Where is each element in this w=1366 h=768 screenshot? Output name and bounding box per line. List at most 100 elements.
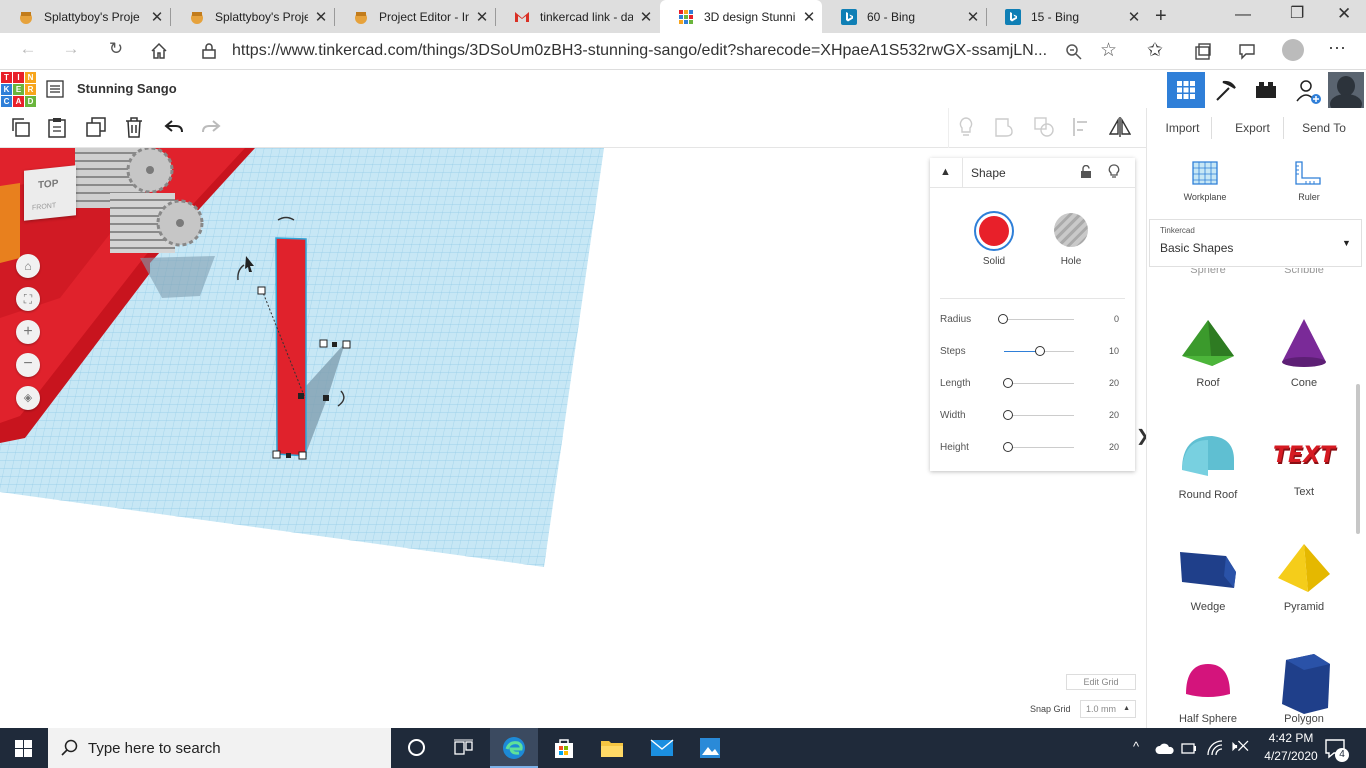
browser-tab[interactable]: Splattyboy's Proje ✕	[171, 0, 334, 33]
shape-text[interactable]: TEXT Text	[1259, 430, 1349, 499]
param-value[interactable]: 20	[1109, 442, 1119, 452]
copy-icon[interactable]	[9, 116, 31, 138]
3d-view-button[interactable]	[1167, 72, 1205, 108]
paste-icon[interactable]	[46, 116, 68, 138]
perspective-icon[interactable]: ◈	[16, 386, 40, 410]
task-view-icon[interactable]	[454, 739, 473, 756]
onedrive-icon[interactable]	[1155, 741, 1175, 755]
redo-icon[interactable]	[200, 116, 222, 138]
zoom-icon[interactable]	[1065, 43, 1083, 61]
shape-cone[interactable]: Cone	[1259, 318, 1349, 389]
tinkercad-logo[interactable]: T I N K E R C A D	[1, 72, 36, 107]
ruler-icon[interactable]	[1294, 160, 1322, 186]
close-tab-icon[interactable]: ✕	[960, 8, 986, 26]
snap-grid-select[interactable]: 1.0 mm ▲	[1080, 700, 1136, 718]
close-tab-icon[interactable]: ✕	[796, 8, 822, 26]
new-tab-icon[interactable]: +	[1155, 5, 1167, 28]
restore-icon[interactable]: ❐	[1290, 3, 1304, 23]
tray-chevron-icon[interactable]: ^	[1133, 739, 1139, 754]
close-tab-icon[interactable]: ✕	[633, 8, 659, 26]
zoom-in-icon[interactable]: +	[16, 320, 40, 344]
fit-view-icon[interactable]: ⛶	[16, 287, 40, 311]
back-icon[interactable]: ←	[15, 39, 41, 59]
edit-grid-button[interactable]: Edit Grid	[1066, 674, 1136, 690]
design-list-icon[interactable]	[46, 80, 64, 98]
taskbar-search-box[interactable]: Type here to search	[48, 728, 391, 768]
import-button[interactable]: Import	[1154, 117, 1212, 139]
resize-handle[interactable]	[272, 450, 281, 459]
duplicate-icon[interactable]	[85, 116, 107, 138]
param-slider-track[interactable]	[1004, 383, 1074, 384]
shape-pyramid[interactable]: Pyramid	[1259, 542, 1349, 613]
cortana-icon[interactable]	[408, 739, 425, 756]
window-close-icon[interactable]: ✕	[1337, 4, 1351, 24]
browser-tab[interactable]: Project Editor - Ins ✕	[335, 0, 495, 33]
group-icon[interactable]	[993, 116, 1015, 138]
ungroup-icon[interactable]	[1033, 116, 1055, 138]
favorites-icon[interactable]: ✩	[1147, 39, 1163, 62]
browser-tab[interactable]: 60 - Bing ✕	[823, 0, 986, 33]
volume-muted-icon[interactable]: 🕨✕	[1228, 738, 1249, 755]
taskbar-time[interactable]: 4:42 PM	[1258, 731, 1324, 745]
solid-button[interactable]	[974, 211, 1014, 251]
param-slider-knob[interactable]	[1003, 410, 1013, 420]
shape-polygon[interactable]: Polygon	[1259, 654, 1349, 725]
blocks-pickaxe-icon[interactable]	[1214, 79, 1238, 103]
wifi-icon[interactable]	[1206, 739, 1224, 757]
minimize-icon[interactable]: —	[1235, 6, 1251, 24]
photos-icon[interactable]	[699, 737, 721, 759]
design-title[interactable]: Stunning Sango	[77, 81, 177, 96]
microsoft-store-icon[interactable]	[553, 737, 575, 759]
param-value[interactable]: 10	[1109, 346, 1119, 356]
browser-tab-active[interactable]: 3D design Stunnin ✕	[660, 0, 822, 33]
shape-wedge[interactable]: Wedge	[1163, 542, 1253, 613]
favorite-star-icon[interactable]: ☆	[1100, 39, 1117, 62]
profile-avatar[interactable]	[1282, 39, 1304, 61]
param-value[interactable]: 20	[1109, 410, 1119, 420]
refresh-icon[interactable]: ↻	[103, 39, 129, 59]
param-slider-knob[interactable]	[1003, 442, 1013, 452]
browser-tab[interactable]: Splattyboy's Proje ✕	[0, 0, 170, 33]
battery-power-icon[interactable]	[1180, 739, 1198, 757]
collections-icon[interactable]	[1194, 43, 1212, 61]
sidebar-scrollbar[interactable]	[1356, 384, 1360, 534]
forward-icon[interactable]: →	[58, 39, 84, 59]
param-slider-track[interactable]	[1004, 319, 1074, 320]
close-tab-icon[interactable]: ✕	[308, 8, 334, 26]
shape-half-sphere[interactable]: Half Sphere	[1163, 654, 1253, 725]
send-to-button[interactable]: Send To	[1294, 117, 1354, 139]
param-value[interactable]: 0	[1114, 314, 1119, 324]
file-explorer-icon[interactable]	[600, 738, 624, 758]
hide-shape-bulb-icon[interactable]	[1108, 164, 1120, 179]
param-value[interactable]: 20	[1109, 378, 1119, 388]
library-dropdown[interactable]: Tinkercad Basic Shapes ▼	[1149, 219, 1362, 267]
workplane-icon[interactable]	[1191, 160, 1219, 186]
param-slider-knob[interactable]	[998, 314, 1008, 324]
mirror-icon[interactable]	[1109, 116, 1131, 138]
browser-tab[interactable]: 15 - Bing ✕	[987, 0, 1147, 33]
collapse-triangle-icon[interactable]: ▲	[940, 166, 951, 178]
resize-handle[interactable]	[298, 451, 307, 460]
lock-icon[interactable]	[202, 43, 216, 59]
url-field[interactable]: https://www.tinkercad.com/things/3DSoUm0…	[232, 42, 1047, 60]
taskbar-edge-button[interactable]	[490, 728, 538, 768]
mail-icon[interactable]	[650, 739, 674, 757]
undo-icon[interactable]	[163, 116, 185, 138]
resize-handle[interactable]	[257, 286, 266, 295]
more-menu-icon[interactable]: ···	[1328, 37, 1346, 58]
close-tab-icon[interactable]: ✕	[1121, 8, 1147, 26]
bricks-icon[interactable]	[1255, 81, 1277, 99]
show-hidden-bulb-icon[interactable]	[955, 116, 977, 138]
add-user-icon[interactable]	[1296, 79, 1322, 105]
trash-icon[interactable]	[123, 116, 145, 138]
zoom-out-icon[interactable]: −	[16, 353, 40, 377]
browser-tab[interactable]: tinkercad link - da ✕	[496, 0, 659, 33]
view-cube[interactable]: TOP FRONT	[24, 165, 76, 221]
home-icon[interactable]	[150, 42, 168, 60]
shape-roof[interactable]: Roof	[1163, 318, 1253, 389]
align-icon[interactable]	[1071, 116, 1093, 138]
feedback-icon[interactable]	[1238, 42, 1256, 60]
close-tab-icon[interactable]: ✕	[469, 8, 495, 26]
resize-handle[interactable]	[342, 340, 351, 349]
windows-start-icon[interactable]	[15, 740, 32, 757]
